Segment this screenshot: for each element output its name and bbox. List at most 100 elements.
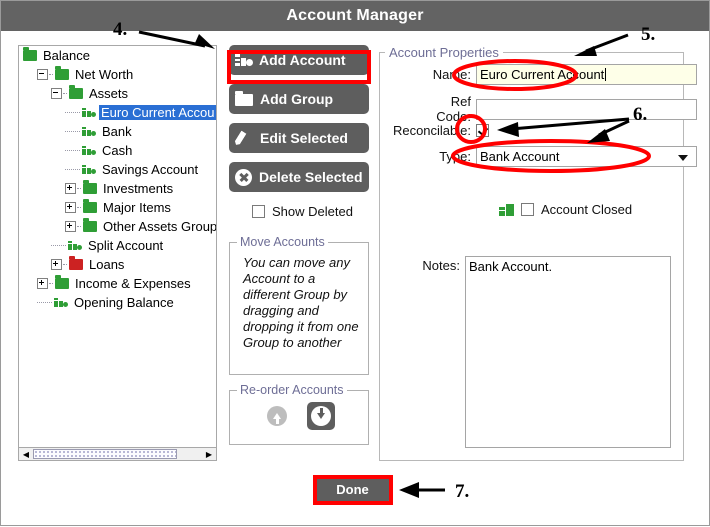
reorder-accounts-legend: Re-order Accounts <box>240 383 344 397</box>
tree-item-label: Assets <box>89 86 129 101</box>
tree-item[interactable]: Net Worth <box>19 65 216 84</box>
done-button[interactable]: Done <box>315 477 390 502</box>
tree-guide <box>49 282 53 285</box>
ref-code-input[interactable] <box>476 98 697 120</box>
expand-icon[interactable] <box>65 202 76 213</box>
type-select-value: Bank Account <box>480 149 560 164</box>
tree-item[interactable]: Bank <box>19 122 216 141</box>
tree-guide <box>63 92 67 95</box>
tree-item-label: Cash <box>102 143 133 158</box>
tree-guide <box>65 130 80 133</box>
tree-item-label: Balance <box>43 48 90 63</box>
account-closed-label: Account Closed <box>541 202 633 217</box>
name-input[interactable]: Euro Current Account <box>476 64 697 85</box>
chevron-down-icon[interactable] <box>678 154 688 161</box>
notes-textarea[interactable]: Bank Account. <box>465 256 671 448</box>
account-closed-checkbox[interactable] <box>521 203 534 216</box>
tree-guide <box>65 111 80 114</box>
pencil-icon <box>235 130 253 146</box>
show-deleted-label: Show Deleted <box>272 203 353 219</box>
tree-item[interactable]: Loans <box>19 255 216 274</box>
tree-item[interactable]: Income & Expenses <box>19 274 216 293</box>
expand-icon[interactable] <box>65 183 76 194</box>
add-account-icon <box>235 53 253 67</box>
page-title: Account Manager <box>286 7 424 24</box>
close-icon <box>235 168 252 186</box>
move-up-button[interactable] <box>263 402 291 430</box>
arrow-up-icon <box>267 406 287 426</box>
tree-item-label: Bank <box>102 124 132 139</box>
tree-guide <box>49 73 53 76</box>
expand-icon[interactable] <box>51 259 62 270</box>
tree-guide <box>37 301 52 304</box>
tree-item[interactable]: Cash <box>19 141 216 160</box>
done-label: Done <box>336 482 369 497</box>
tree-item[interactable]: Split Account <box>19 236 216 255</box>
text-caret <box>605 68 607 81</box>
type-label: Type: <box>439 149 471 164</box>
folder-green-icon <box>55 275 69 289</box>
expand-icon[interactable] <box>65 221 76 232</box>
tree-item[interactable]: Savings Account <box>19 160 216 179</box>
account-icon <box>82 107 96 118</box>
tree-item[interactable]: Investments <box>19 179 216 198</box>
reconcilable-row: Reconcilable: <box>386 123 489 138</box>
move-accounts-group: Move Accounts You can move any Account t… <box>229 235 369 375</box>
scrollbar-track[interactable] <box>33 448 202 460</box>
scroll-left-icon[interactable]: ◀ <box>19 448 33 460</box>
show-deleted-row[interactable]: Show Deleted <box>229 201 369 221</box>
money-icon <box>499 203 514 216</box>
reconcilable-checkbox[interactable] <box>476 124 489 137</box>
tree-guide <box>65 149 80 152</box>
arrow-down-icon <box>311 406 331 426</box>
tree-item-label: Opening Balance <box>74 295 174 310</box>
add-account-label: Add Account <box>259 52 346 68</box>
annotation-arrow-4-line <box>138 30 206 48</box>
expand-icon[interactable] <box>37 278 48 289</box>
tree-item-label: Loans <box>89 257 125 272</box>
folder-red-icon <box>69 256 83 270</box>
tree-item[interactable]: Other Assets Group <box>19 217 216 236</box>
account-properties-legend: Account Properties <box>385 45 503 60</box>
name-input-value: Euro Current Account <box>480 67 605 82</box>
add-account-button[interactable]: Add Account <box>229 45 369 75</box>
type-row: Type: Bank Account <box>416 146 697 167</box>
account-icon <box>82 145 96 156</box>
show-deleted-checkbox[interactable] <box>252 204 266 218</box>
account-closed-row[interactable]: Account Closed <box>499 202 632 217</box>
tree-item[interactable]: Assets <box>19 84 216 103</box>
action-button-column: Add Account Add Group Edit Selected Dele… <box>229 45 369 461</box>
edit-selected-button[interactable]: Edit Selected <box>229 123 369 153</box>
folder-icon <box>235 91 253 106</box>
tree-item-label: Other Assets Group <box>103 219 217 234</box>
tree-item[interactable]: Opening Balance <box>19 293 216 312</box>
tree-item-label: Investments <box>103 181 174 196</box>
delete-selected-button[interactable]: Delete Selected <box>229 162 369 192</box>
folder-green-icon <box>83 218 97 232</box>
scroll-right-icon[interactable]: ▶ <box>202 448 216 460</box>
window-title-bar: Account Manager <box>1 1 709 31</box>
account-icon <box>54 297 68 308</box>
tree-horizontal-scrollbar[interactable]: ◀ ▶ <box>18 447 217 461</box>
account-tree[interactable]: Balance Net Worth Assets Euro Current Accou… <box>18 45 217 461</box>
tree-item-label: Savings Account <box>102 162 199 177</box>
tree-item[interactable]: Euro Current Accou <box>19 103 216 122</box>
type-select[interactable]: Bank Account <box>476 146 697 167</box>
move-down-button[interactable] <box>307 402 335 430</box>
account-manager-window: Account Manager Balance Net Worth Assets Eu… <box>0 0 710 526</box>
tree-guide <box>51 244 66 247</box>
account-icon <box>82 164 96 175</box>
add-group-button[interactable]: Add Group <box>229 84 369 114</box>
notes-row: Notes: Bank Account. <box>416 256 671 448</box>
folder-green-icon <box>83 180 97 194</box>
annotation-arrow-7-head <box>399 482 419 498</box>
move-accounts-text: You can move any Account to a different … <box>243 255 359 350</box>
tree-guide <box>77 225 81 228</box>
tree-item[interactable]: Balance <box>19 46 216 65</box>
tree-item[interactable]: Major Items <box>19 198 216 217</box>
collapse-icon[interactable] <box>37 69 48 80</box>
collapse-icon[interactable] <box>51 88 62 99</box>
scrollbar-thumb[interactable] <box>33 449 177 459</box>
notes-label: Notes: <box>422 258 460 273</box>
reorder-accounts-group: Re-order Accounts <box>229 383 369 445</box>
